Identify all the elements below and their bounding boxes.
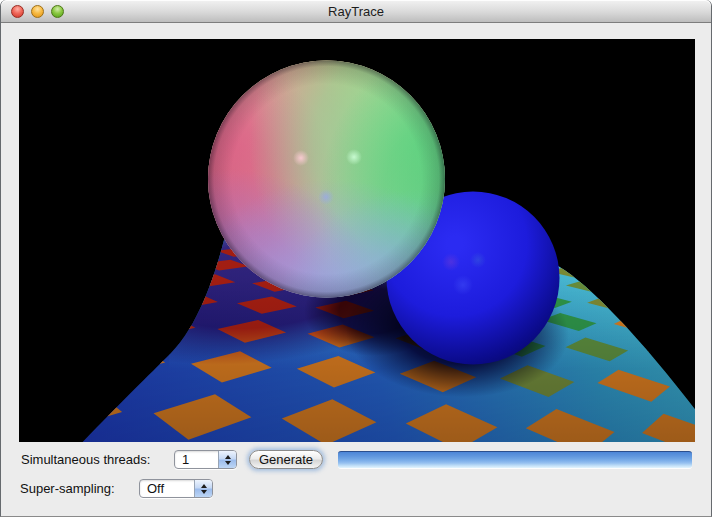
stepper-arrows-icon[interactable] bbox=[218, 451, 236, 468]
titlebar[interactable]: RayTrace bbox=[1, 0, 711, 23]
threads-label: Simultaneous threads: bbox=[21, 452, 150, 467]
threads-value: 1 bbox=[182, 452, 189, 467]
raytraced-scene-image bbox=[19, 39, 695, 442]
stepper-arrows-icon[interactable] bbox=[194, 480, 212, 497]
generate-button[interactable]: Generate bbox=[249, 450, 323, 469]
progress-bar bbox=[338, 451, 692, 468]
supersampling-label: Super-sampling: bbox=[20, 481, 115, 496]
window-title: RayTrace bbox=[1, 4, 711, 19]
supersampling-value: Off bbox=[147, 481, 164, 496]
threads-stepper[interactable]: 1 bbox=[174, 450, 237, 469]
supersampling-dropdown[interactable]: Off bbox=[139, 479, 213, 498]
raytrace-window: RayTrace Simultaneous threads: 1 Generat… bbox=[0, 0, 712, 517]
